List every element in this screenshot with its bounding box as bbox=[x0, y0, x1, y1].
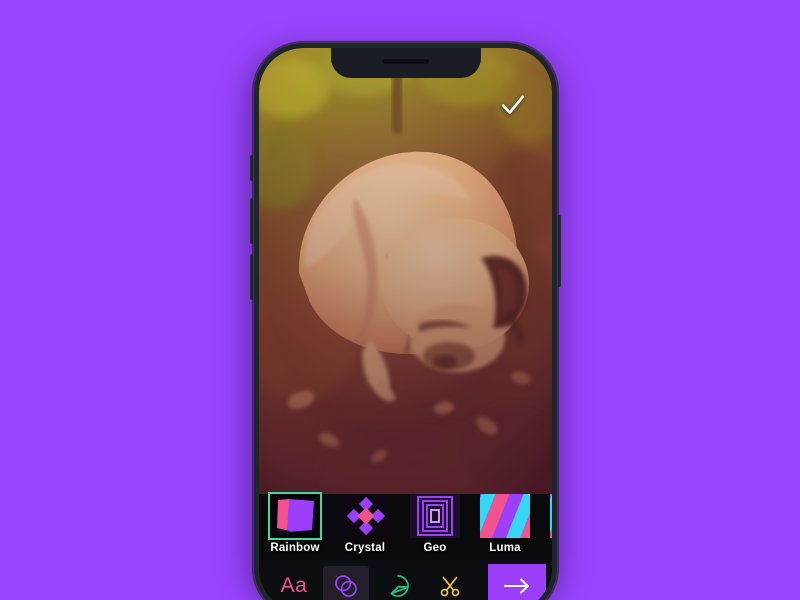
luma-filter-thumbnail[interactable] bbox=[480, 494, 530, 538]
phone-screen: Rainbow Crystal Geo Luma Aa bbox=[259, 48, 552, 600]
trim-tool-button[interactable] bbox=[427, 566, 473, 600]
filter-item-partial[interactable]: B bbox=[547, 494, 552, 554]
phone-bezel: Rainbow Crystal Geo Luma Aa bbox=[259, 48, 552, 600]
filter-item-rainbow[interactable]: Rainbow bbox=[267, 494, 323, 554]
filter-label: Luma bbox=[489, 542, 521, 554]
phone-device-frame: Rainbow Crystal Geo Luma Aa bbox=[253, 42, 558, 600]
overlapping-circles-icon bbox=[335, 575, 357, 597]
geo-thumb-art bbox=[410, 494, 460, 538]
device-notch bbox=[330, 48, 481, 78]
filter-carousel[interactable]: Rainbow Crystal Geo Luma bbox=[259, 488, 552, 556]
rainbow-thumb-art bbox=[270, 494, 320, 538]
luma-thumb-art bbox=[480, 494, 530, 538]
filter-item-geo[interactable]: Geo bbox=[407, 494, 463, 554]
rainbow-filter-thumbnail[interactable] bbox=[270, 494, 320, 538]
text-tool-button[interactable]: Aa bbox=[271, 566, 317, 600]
confirm-check-button[interactable] bbox=[500, 92, 526, 118]
arrow-right-icon bbox=[504, 578, 529, 594]
text-aa-icon: Aa bbox=[280, 574, 308, 597]
check-icon bbox=[501, 95, 525, 114]
earpiece-speaker bbox=[382, 59, 429, 64]
sticker-peel-icon bbox=[390, 575, 409, 597]
crystal-thumb-art bbox=[340, 494, 390, 538]
scissors-icon bbox=[440, 576, 460, 597]
filter-tool-button[interactable] bbox=[323, 566, 369, 600]
filter-item-crystal[interactable]: Crystal bbox=[337, 494, 393, 554]
partial-thumb-art bbox=[550, 494, 552, 538]
sticker-tool-button[interactable] bbox=[375, 566, 421, 600]
geo-filter-thumbnail[interactable] bbox=[410, 494, 460, 538]
photo-canvas[interactable] bbox=[259, 48, 552, 494]
filter-label: Rainbow bbox=[270, 542, 320, 554]
filter-item-luma[interactable]: Luma bbox=[477, 494, 533, 554]
filter-label: B bbox=[547, 542, 552, 554]
crystal-filter-thumbnail[interactable] bbox=[340, 494, 390, 538]
editor-toolbar: Aa bbox=[259, 560, 552, 600]
filter-label: Crystal bbox=[344, 542, 386, 554]
partial-filter-thumbnail[interactable] bbox=[550, 494, 552, 538]
next-send-button[interactable] bbox=[488, 564, 546, 600]
filter-label: Geo bbox=[423, 542, 447, 554]
